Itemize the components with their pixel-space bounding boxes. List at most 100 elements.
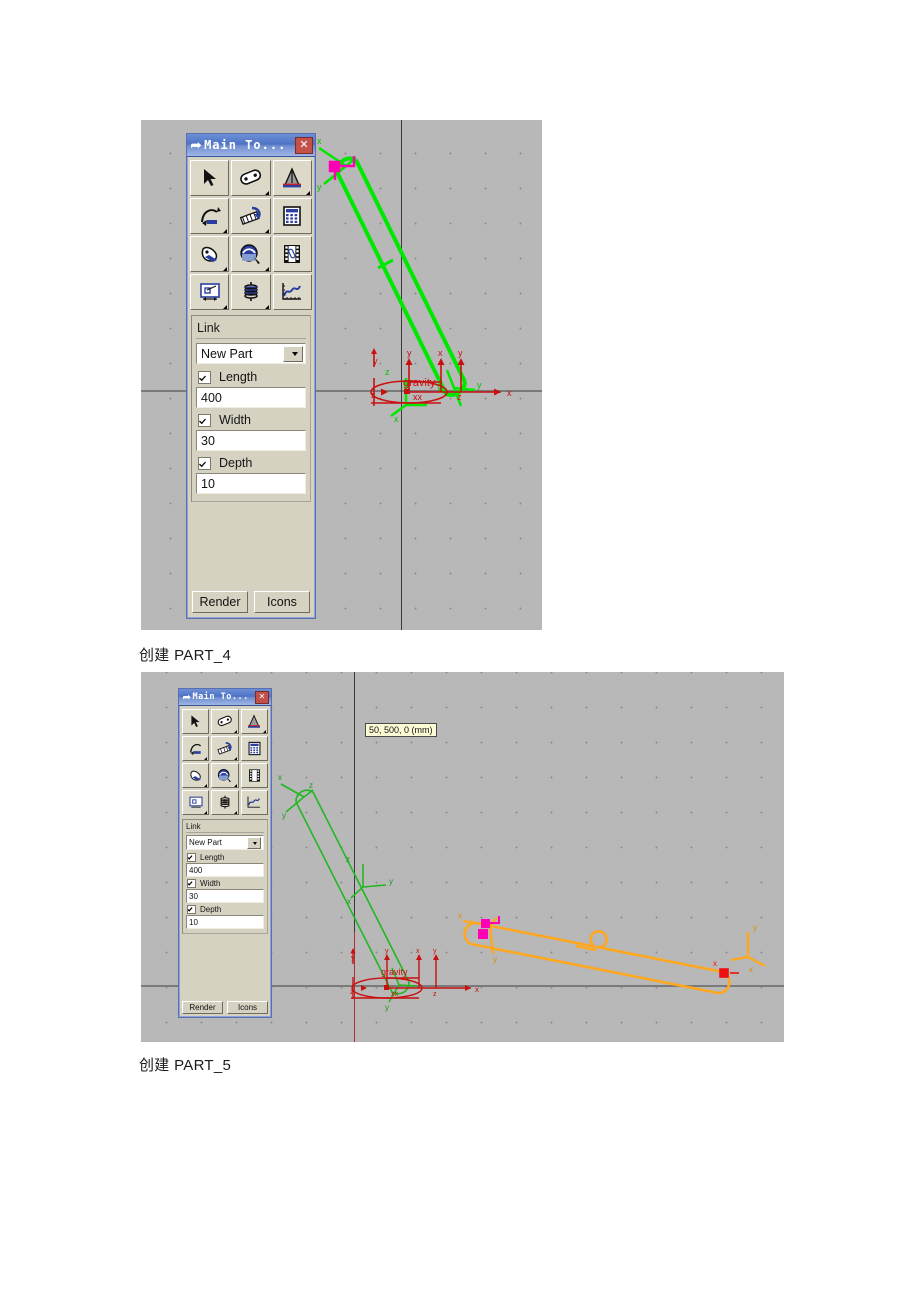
link-properties-panel: Link New Part Length 400 Width 30 Depth … <box>191 315 311 502</box>
length-input[interactable]: 400 <box>186 863 264 877</box>
screenshot-part4: x y y z x y gravity y y x y x z xx z ➦ M… <box>141 120 542 630</box>
tool-flyout-corner[interactable] <box>223 305 228 309</box>
render-button[interactable]: Render <box>182 1001 223 1014</box>
measure-compass-tool[interactable] <box>272 160 312 196</box>
force-contact-tool[interactable] <box>182 763 210 788</box>
depth-checkbox-row[interactable]: Depth <box>198 456 306 470</box>
animation-film-tool[interactable] <box>272 236 312 272</box>
rigid-body-link-tool[interactable] <box>231 160 271 196</box>
tool-icon-grid-2[interactable] <box>179 706 271 818</box>
panel-spacer <box>187 504 315 587</box>
svg-text:x: x <box>394 414 399 424</box>
depth-input[interactable]: 10 <box>196 473 306 494</box>
close-icon[interactable]: ✕ <box>255 690 269 704</box>
plot-postprocess-tool[interactable] <box>272 274 312 310</box>
constraint-tool[interactable] <box>211 736 239 761</box>
wrench-icon: ➦ <box>190 138 202 152</box>
svg-text:z: z <box>346 855 350 864</box>
main-toolbox-palette[interactable]: ➦ Main To... ✕ Link New Part Length 400 … <box>186 133 316 619</box>
width-checkbox[interactable] <box>198 413 211 427</box>
tool-flyout-corner[interactable] <box>264 305 269 309</box>
tool-flyout-corner[interactable] <box>204 811 208 814</box>
svg-text:z: z <box>457 392 462 402</box>
tool-flyout-corner[interactable] <box>264 229 269 233</box>
svg-text:gravity: gravity <box>403 377 436 389</box>
spring-damper-tool[interactable] <box>231 274 271 310</box>
tool-flyout-corner[interactable] <box>233 784 237 787</box>
depth-label: Depth <box>219 456 253 470</box>
depth-input[interactable]: 10 <box>186 915 264 929</box>
length-checkbox-row-2[interactable]: Length <box>187 853 264 862</box>
tool-icon-grid[interactable] <box>187 157 315 313</box>
length-checkbox[interactable] <box>198 370 211 384</box>
select-arrow-tool[interactable] <box>182 709 210 734</box>
svg-text:y: y <box>317 182 322 192</box>
main-toolbox-palette-2[interactable]: ➦ Main To... ✕ Link New Part Length 400 … <box>178 688 272 1018</box>
tool-flyout-corner[interactable] <box>233 811 237 814</box>
width-checkbox[interactable] <box>187 879 196 888</box>
depth-label: Depth <box>200 905 222 914</box>
width-input[interactable]: 30 <box>186 889 264 903</box>
part-select-dropdown[interactable]: New Part <box>196 343 306 364</box>
tool-flyout-corner[interactable] <box>204 757 208 760</box>
measure-display-tool[interactable] <box>182 790 210 815</box>
constraint-tool[interactable] <box>231 198 271 234</box>
tool-flyout-corner[interactable] <box>305 191 310 195</box>
tool-flyout-corner[interactable] <box>233 730 237 733</box>
tool-flyout-corner[interactable] <box>264 267 269 271</box>
length-checkbox-row[interactable]: Length <box>198 370 306 384</box>
simulation-tool[interactable] <box>211 763 239 788</box>
svg-text:z: z <box>385 367 390 377</box>
width-checkbox-row-2[interactable]: Width <box>187 879 264 888</box>
simulation-tool[interactable] <box>231 236 271 272</box>
link-properties-panel-2: Link New Part Length 400 Width 30 Depth … <box>182 819 268 934</box>
measure-display-tool[interactable] <box>190 274 230 310</box>
icons-button[interactable]: Icons <box>227 1001 268 1014</box>
panel-section-label: Link <box>197 321 220 335</box>
select-arrow-tool[interactable] <box>190 160 230 196</box>
depth-checkbox[interactable] <box>198 456 211 470</box>
chevron-down-icon[interactable] <box>247 837 261 849</box>
calculator-tool[interactable] <box>240 736 268 761</box>
svg-text:xx: xx <box>391 991 399 998</box>
svg-text:z: z <box>371 390 376 400</box>
tool-flyout-corner[interactable] <box>263 730 266 733</box>
icons-button[interactable]: Icons <box>254 591 310 613</box>
close-icon[interactable]: ✕ <box>295 136 313 154</box>
measure-compass-tool[interactable] <box>240 709 268 734</box>
depth-checkbox-row-2[interactable]: Depth <box>187 905 264 914</box>
tool-flyout-corner[interactable] <box>223 267 228 271</box>
svg-text:y: y <box>458 348 463 358</box>
part-select-dropdown-2[interactable]: New Part <box>186 835 264 850</box>
tool-flyout-corner[interactable] <box>233 757 237 760</box>
length-input[interactable]: 400 <box>196 387 306 408</box>
svg-text:xx: xx <box>413 392 423 402</box>
tool-flyout-corner[interactable] <box>264 191 269 195</box>
width-input[interactable]: 30 <box>196 430 306 451</box>
length-label: Length <box>200 853 225 862</box>
rigid-body-link-tool[interactable] <box>211 709 239 734</box>
force-contact-tool[interactable] <box>190 236 230 272</box>
chevron-down-icon[interactable] <box>283 346 303 362</box>
palette-titlebar-2[interactable]: ➦ Main To... ✕ <box>179 689 271 706</box>
svg-text:z: z <box>309 781 313 790</box>
depth-checkbox[interactable] <box>187 905 196 914</box>
svg-text:x: x <box>278 773 282 782</box>
animation-film-tool[interactable] <box>240 763 268 788</box>
tool-flyout-corner[interactable] <box>223 229 228 233</box>
palette-title-2: Main To... <box>192 692 249 702</box>
tool-flyout-corner[interactable] <box>204 784 208 787</box>
motion-joint-tool[interactable] <box>190 198 230 234</box>
part-select-value-2: New Part <box>189 838 222 847</box>
length-checkbox[interactable] <box>187 853 196 862</box>
motion-joint-tool[interactable] <box>182 736 210 761</box>
svg-text:gravity: gravity <box>381 967 408 977</box>
svg-text:y: y <box>753 923 757 932</box>
width-label: Width <box>200 879 221 888</box>
calculator-tool[interactable] <box>272 198 312 234</box>
plot-postprocess-tool[interactable] <box>240 790 268 815</box>
render-button[interactable]: Render <box>192 591 248 613</box>
palette-titlebar[interactable]: ➦ Main To... ✕ <box>187 134 315 157</box>
spring-damper-tool[interactable] <box>211 790 239 815</box>
width-checkbox-row[interactable]: Width <box>198 413 306 427</box>
